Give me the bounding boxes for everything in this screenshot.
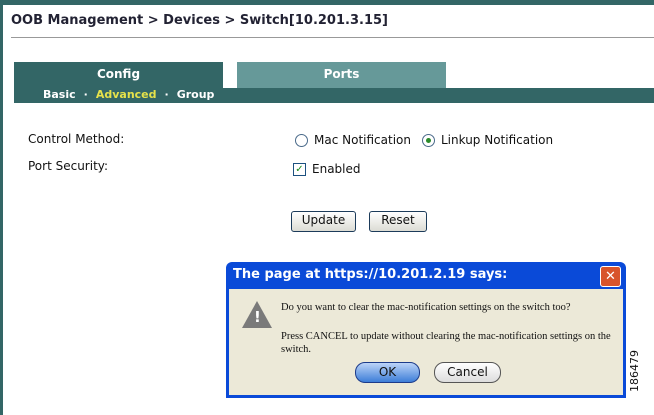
left-bar xyxy=(0,0,3,415)
dialog-message: Do you want to clear the mac-notificatio… xyxy=(281,302,571,313)
top-bar xyxy=(0,0,654,5)
breadcrumb: OOB Management > Devices > Switch[10.201… xyxy=(11,13,388,28)
update-button[interactable]: Update xyxy=(291,211,356,232)
checkbox-label: Enabled xyxy=(312,162,361,176)
subnav-advanced[interactable]: Advanced xyxy=(96,88,157,101)
subnav-basic[interactable]: Basic xyxy=(43,88,76,101)
dialog-body: ! Do you want to clear the mac-notificat… xyxy=(229,289,623,395)
divider xyxy=(11,37,654,38)
ok-button[interactable]: OK xyxy=(355,362,420,383)
tab-ports[interactable]: Ports xyxy=(237,62,446,88)
separator: · xyxy=(83,88,88,101)
radio-linkup-notification[interactable]: Linkup Notification xyxy=(422,133,553,147)
radio-icon[interactable] xyxy=(295,133,308,147)
control-method-label: Control Method: xyxy=(28,132,125,146)
close-icon[interactable]: ✕ xyxy=(600,266,621,287)
warning-icon: ! xyxy=(242,301,272,328)
subnav: Basic · Advanced · Group xyxy=(14,88,654,103)
figure-number: 186479 xyxy=(628,350,641,392)
port-security-label: Port Security: xyxy=(28,159,109,173)
separator: · xyxy=(164,88,169,101)
tab-config[interactable]: Config xyxy=(14,62,223,88)
reset-button[interactable]: Reset xyxy=(369,211,427,232)
radio-selected-icon[interactable] xyxy=(422,133,435,147)
radio-label: Linkup Notification xyxy=(441,133,554,147)
dialog-message-detail: Press CANCEL to update without clearing … xyxy=(281,331,611,355)
cancel-button[interactable]: Cancel xyxy=(434,362,501,383)
checkmark-icon[interactable]: ✓ xyxy=(293,162,306,176)
radio-label: Mac Notification xyxy=(314,133,411,147)
confirm-dialog: The page at https://10.201.2.19 says: ✕ … xyxy=(226,262,626,398)
subnav-group[interactable]: Group xyxy=(177,88,215,101)
port-security-checkbox[interactable]: ✓ Enabled xyxy=(293,162,361,176)
dialog-title: The page at https://10.201.2.19 says: xyxy=(233,267,508,282)
radio-mac-notification[interactable]: Mac Notification xyxy=(295,133,411,147)
